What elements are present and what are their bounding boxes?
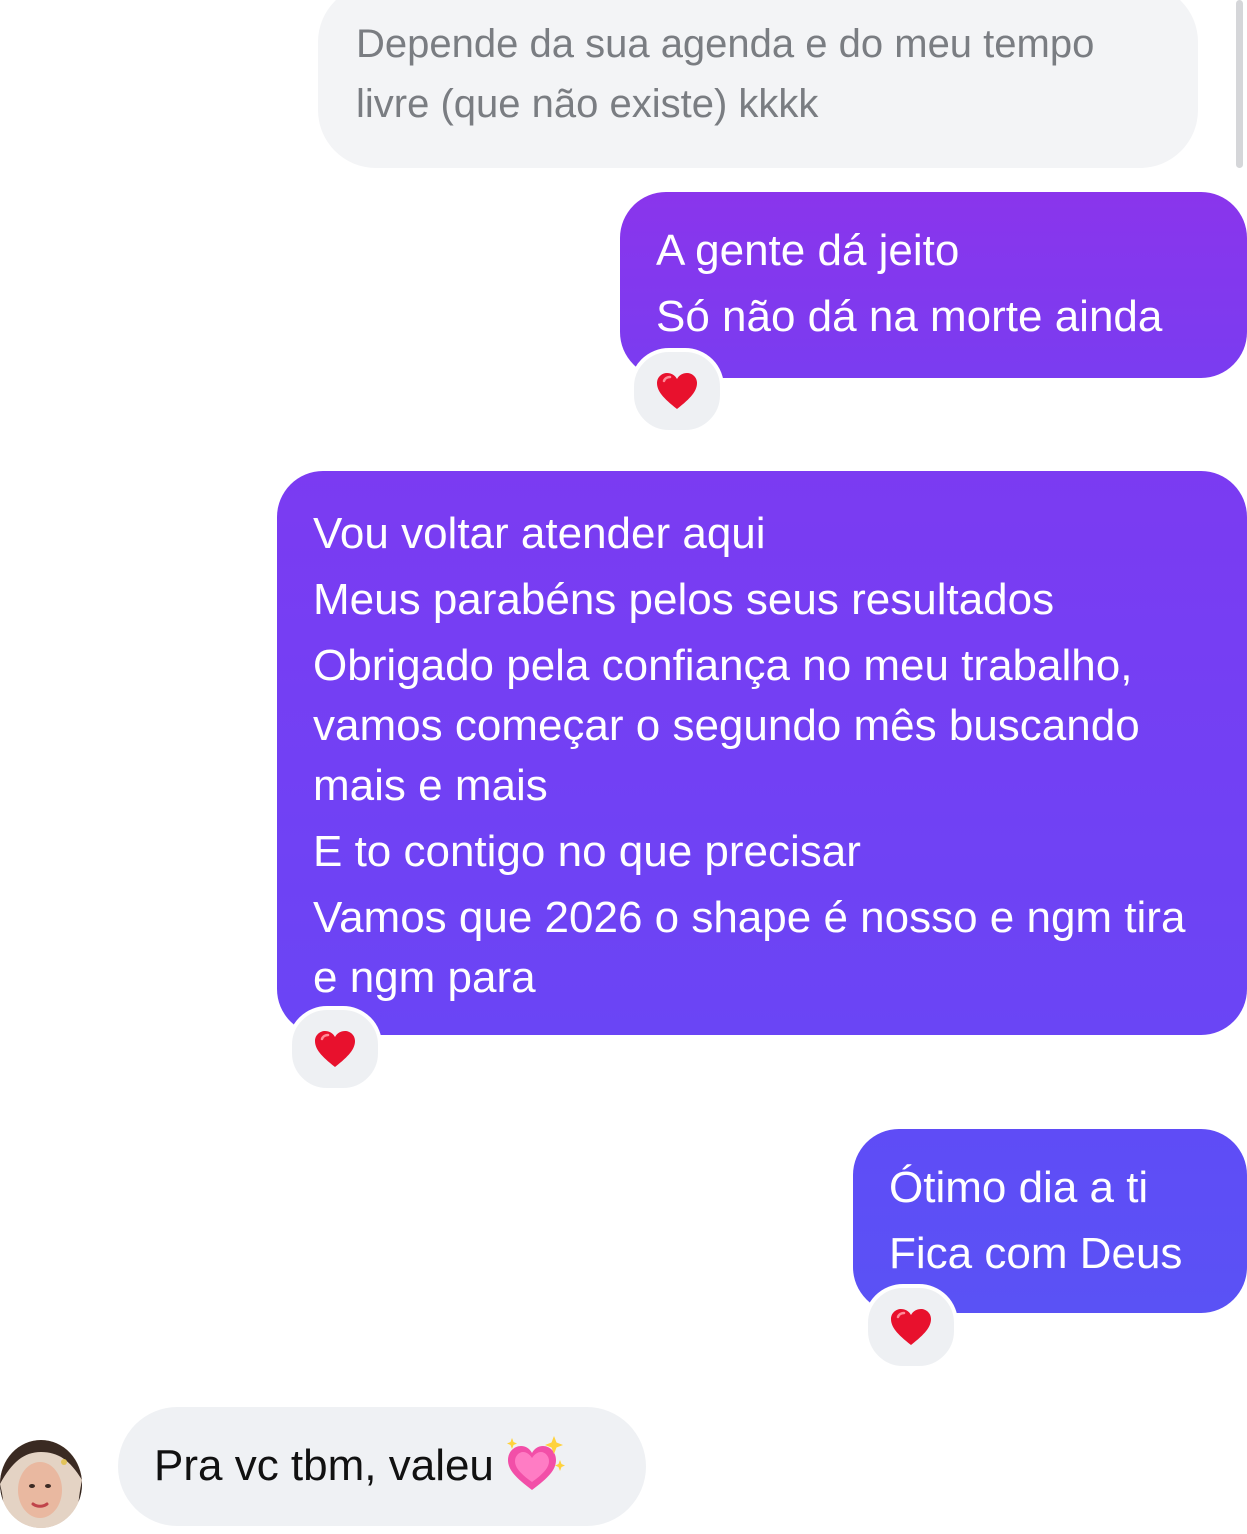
message-text: Pra vc tbm, valeu: [154, 1441, 494, 1490]
sparkling-heart-icon: [506, 1436, 565, 1491]
message-thread: Depende da sua agenda e do meu tempo liv…: [0, 0, 1247, 1534]
message-text-line: Depende da sua agenda e do meu tempo: [356, 22, 1095, 66]
avatar-photo: [0, 1440, 82, 1528]
message-text-line: Pra vc tbm, valeu: [154, 1433, 610, 1499]
scrollbar[interactable]: [1236, 0, 1243, 168]
outgoing-message-bubble[interactable]: A gente dá jeito Só não dá na morte aind…: [620, 192, 1247, 378]
heart-reaction[interactable]: [288, 1006, 382, 1092]
message-text-line: E to contigo no que precisar: [313, 827, 861, 876]
message-text-line: Vou voltar atender aqui: [313, 509, 766, 558]
message-text-line: Vamos que 2026 o shape é nosso e ngm tir…: [313, 893, 1186, 1002]
message-text-line: Fica com Deus: [889, 1229, 1183, 1278]
incoming-message-bubble[interactable]: Depende da sua agenda e do meu tempo liv…: [318, 0, 1198, 168]
message-text-line: Meus parabéns pelos seus resultados: [313, 575, 1055, 624]
message-text-line: Ótimo dia a ti: [889, 1163, 1149, 1212]
message-text-line: Só não dá na morte ainda: [656, 292, 1163, 341]
incoming-message-bubble[interactable]: Pra vc tbm, valeu: [118, 1407, 646, 1526]
avatar[interactable]: [0, 1440, 82, 1528]
heart-reaction[interactable]: [864, 1284, 958, 1370]
red-heart-icon: [891, 1309, 931, 1345]
red-heart-icon: [315, 1031, 355, 1067]
outgoing-message-bubble[interactable]: Vou voltar atender aqui Meus parabéns pe…: [277, 471, 1247, 1035]
message-text-line: livre (que não existe) kkkk: [356, 82, 819, 126]
message-text-line: A gente dá jeito: [656, 226, 960, 275]
message-text-line: Obrigado pela confiança no meu trabalho,…: [313, 641, 1140, 810]
red-heart-icon: [657, 373, 697, 409]
heart-reaction[interactable]: [630, 348, 724, 434]
